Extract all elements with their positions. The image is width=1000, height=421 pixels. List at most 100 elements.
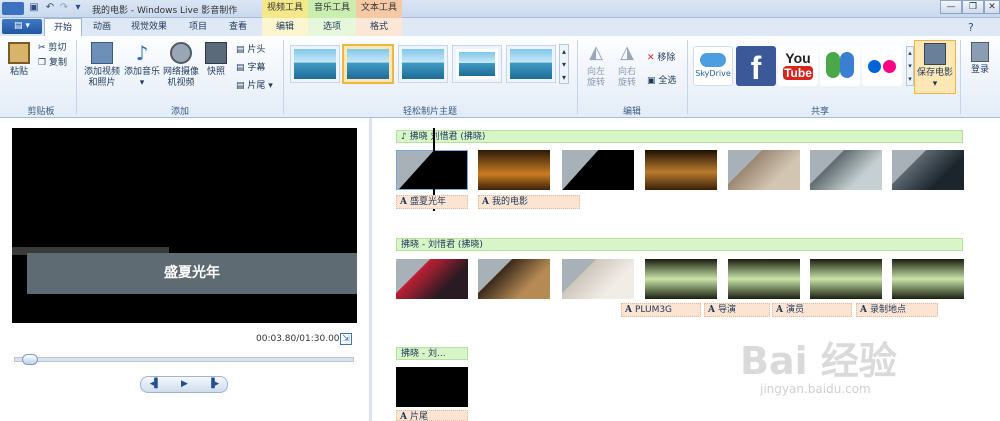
help-icon[interactable]: ? xyxy=(968,21,974,34)
storyboard-clip[interactable] xyxy=(396,367,468,407)
tab-edit[interactable]: 编辑 xyxy=(262,18,308,36)
caption-clip[interactable]: A 片尾 xyxy=(396,410,468,421)
storyboard-clip[interactable] xyxy=(892,259,964,299)
minimize-button[interactable]: — xyxy=(940,0,962,14)
caption-icon: ▤ xyxy=(236,63,245,73)
theme-cinematic[interactable] xyxy=(398,45,448,83)
messenger-person-icon xyxy=(840,52,854,78)
caption-clip[interactable]: A 录制地点 xyxy=(856,303,938,317)
skydrive-share-button[interactable]: SkyDrive xyxy=(693,46,733,86)
storyboard-clip[interactable] xyxy=(728,150,800,190)
add-videos-photos-button[interactable]: 添加视频和照片 xyxy=(82,42,122,89)
webcam-video-button[interactable]: 网络摄像机视频 xyxy=(162,42,200,89)
storyboard-clip[interactable] xyxy=(396,150,468,190)
storyboard-clip[interactable] xyxy=(478,150,550,190)
caption-clip[interactable]: A 导演 xyxy=(704,303,770,317)
copy-icon: ❐ xyxy=(38,58,47,68)
select-all-button[interactable]: ▣ 全选 xyxy=(647,75,676,87)
title-button[interactable]: ▤ 片头 xyxy=(236,44,265,56)
storyboard-clip[interactable] xyxy=(645,259,717,299)
tab-animations[interactable]: 动画 xyxy=(84,18,120,36)
split-preview-icon[interactable]: ⇲ xyxy=(340,333,352,345)
ribbon-separator xyxy=(577,40,578,114)
window-title: 我的电影 - Windows Live 影音制作 xyxy=(92,6,238,16)
storyboard-clip[interactable] xyxy=(728,259,800,299)
tab-home[interactable]: 开始 xyxy=(44,18,82,36)
maximize-button[interactable]: ❐ xyxy=(962,0,984,14)
context-group-music-tools: 音乐工具 xyxy=(308,0,356,18)
signin-button[interactable]: 登录 xyxy=(964,42,996,76)
copy-button[interactable]: ❐ 复制 xyxy=(38,57,67,69)
tab-view[interactable]: 查看 xyxy=(220,18,256,36)
theme-default[interactable] xyxy=(290,45,340,83)
title-icon: ▤ xyxy=(236,45,245,55)
rotate-right-icon: ◮ xyxy=(620,42,634,63)
credits-button[interactable]: ▤ 片尾 ▾ xyxy=(236,80,273,92)
text-icon: A xyxy=(400,197,407,207)
theme-fade[interactable] xyxy=(452,45,502,83)
next-frame-button[interactable]: ▐▸ xyxy=(199,376,228,393)
group-label-clipboard: 剪贴板 xyxy=(27,107,55,117)
share-gallery-scroll[interactable]: ▴ ▾ ▾ xyxy=(906,46,914,86)
close-button[interactable]: ✕ xyxy=(984,0,1000,14)
caption-clip[interactable]: A PLUM3G xyxy=(621,303,701,317)
storyboard-clip[interactable] xyxy=(810,150,882,190)
flickr-blue-dot xyxy=(868,60,881,73)
caption-button[interactable]: ▤ 字幕 xyxy=(236,62,265,74)
storyboard-clip[interactable] xyxy=(562,150,634,190)
app-menu-icon[interactable] xyxy=(2,2,24,15)
add-music-button[interactable]: ♪ 添加音乐 ▾ xyxy=(124,42,160,89)
group-label-share: 共享 xyxy=(810,107,829,117)
rotate-left-button[interactable]: ◭ 向左旋转 xyxy=(583,42,609,89)
play-button[interactable]: ▶ xyxy=(170,376,199,393)
seek-bar[interactable] xyxy=(14,357,354,362)
music-track[interactable]: 拂晓 - 刘... xyxy=(396,347,468,360)
text-icon: A xyxy=(708,305,715,315)
tab-options[interactable]: 选项 xyxy=(308,18,356,36)
customize-quickaccess-icon[interactable]: ▾ xyxy=(72,2,84,14)
cut-button[interactable]: ✂ 剪切 xyxy=(38,42,66,54)
storyboard-clip[interactable] xyxy=(892,150,964,190)
text-icon: A xyxy=(860,305,867,315)
snapshot-button[interactable]: 快照 xyxy=(203,42,229,78)
preview-caption: 盛夏光年 xyxy=(27,253,357,294)
music-track[interactable]: 拂晓 - 刘惜君 (拂晓) xyxy=(396,238,963,251)
storyboard-clip[interactable] xyxy=(645,150,717,190)
select-all-icon: ▣ xyxy=(647,76,656,86)
storyboard-clip[interactable] xyxy=(478,259,550,299)
storyboard-clip[interactable] xyxy=(810,259,882,299)
theme-pan-zoom[interactable] xyxy=(506,45,556,83)
paste-button[interactable]: 粘贴 xyxy=(6,42,32,78)
ribbon-separator xyxy=(960,40,961,114)
context-group-video-tools: 视频工具 xyxy=(262,0,308,18)
remove-x-icon: ✕ xyxy=(647,53,655,63)
save-movie-button[interactable]: 保存电影 ▾ xyxy=(914,40,956,94)
file-menu-button[interactable]: ▤ ▾ xyxy=(2,19,42,34)
flickr-share-button[interactable] xyxy=(862,46,902,86)
text-icon: A xyxy=(482,197,489,207)
storyboard-clip[interactable] xyxy=(562,259,634,299)
text-icon: A xyxy=(776,305,783,315)
messenger-share-button[interactable] xyxy=(820,46,860,86)
caption-clip[interactable]: A 盛夏光年 xyxy=(396,195,468,209)
save-icon[interactable]: ▣ xyxy=(28,2,40,14)
undo-icon[interactable]: ↶ xyxy=(44,2,56,14)
theme-contemporary[interactable] xyxy=(342,44,394,84)
tab-format[interactable]: 格式 xyxy=(356,18,402,36)
rotate-right-button[interactable]: ◮ 向右旋转 xyxy=(614,42,640,89)
tab-project[interactable]: 项目 xyxy=(180,18,216,36)
storyboard-clip[interactable] xyxy=(396,259,468,299)
theme-gallery-scroll[interactable]: ▴ ▾ ▾ xyxy=(559,44,569,84)
youtube-share-button[interactable]: You Tube xyxy=(778,46,818,86)
group-label-themes: 轻松制片主题 xyxy=(402,107,457,117)
redo-icon[interactable]: ↷ xyxy=(58,2,70,14)
tab-visual-effects[interactable]: 视觉效果 xyxy=(122,18,176,36)
remove-button[interactable]: ✕ 移除 xyxy=(647,52,675,64)
facebook-share-button[interactable]: f xyxy=(736,46,776,86)
caption-clip[interactable]: A 我的电影 xyxy=(478,195,580,209)
seek-thumb[interactable] xyxy=(22,354,38,365)
pane-divider[interactable] xyxy=(369,118,372,421)
caption-clip[interactable]: A 演员 xyxy=(772,303,852,317)
previous-frame-button[interactable]: ◂▌ xyxy=(141,376,170,393)
music-track[interactable]: ♪ 拂晓 刘惜君 (拂晓) xyxy=(396,130,963,143)
